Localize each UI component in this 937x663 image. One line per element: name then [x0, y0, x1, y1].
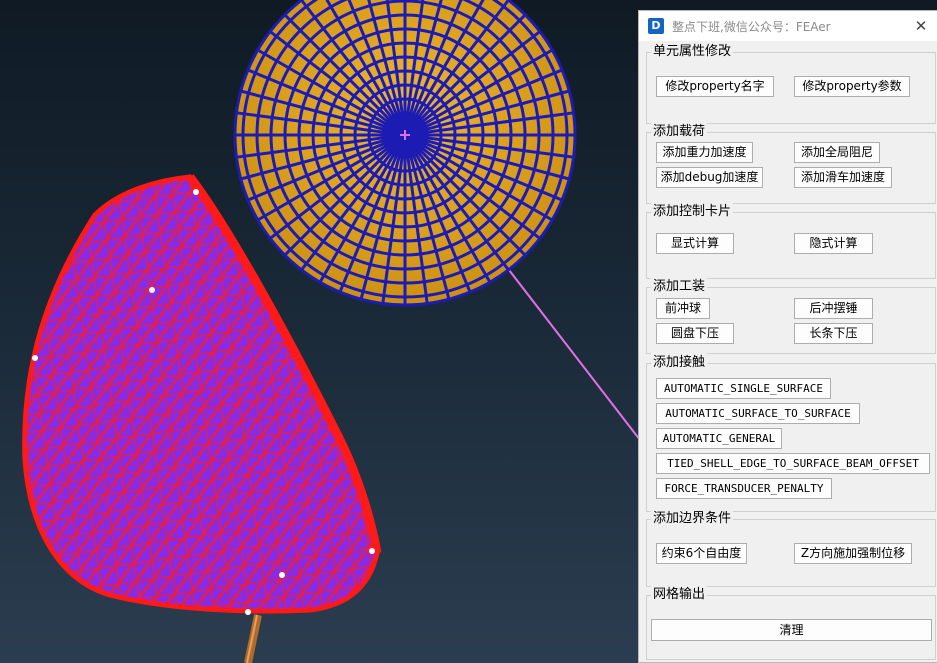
rename-property-button[interactable]: 修改property名字: [656, 76, 774, 97]
contact-auto-general-button[interactable]: AUTOMATIC_GENERAL: [656, 428, 782, 449]
group-element-property: 单元属性修改 修改property名字 修改property参数: [646, 42, 936, 124]
add-sled-accel-button[interactable]: 添加滑车加速度: [794, 167, 892, 188]
z-displacement-button[interactable]: Z方向施加强制位移: [794, 543, 912, 564]
add-global-damping-button[interactable]: 添加全局阻尼: [794, 142, 880, 163]
app-logo-icon: D: [648, 18, 664, 34]
close-icon[interactable]: ✕: [911, 16, 931, 36]
front-ball-button[interactable]: 前冲球: [656, 298, 710, 319]
contact-force-transducer-button[interactable]: FORCE_TRANSDUCER_PENALTY: [656, 478, 832, 499]
tool-panel-window: D 整点下班,微信公众号：FEAer ✕ 单元属性修改 修改property名字…: [638, 10, 937, 663]
bar-press-button[interactable]: 长条下压: [794, 323, 873, 344]
rod-beam: [244, 614, 262, 663]
group-title-control-card: 添加控制卡片: [651, 202, 734, 222]
add-gravity-button[interactable]: 添加重力加速度: [656, 142, 753, 163]
add-debug-accel-button[interactable]: 添加debug加速度: [656, 167, 763, 188]
contact-auto-surface-to-surface-button[interactable]: AUTOMATIC_SURFACE_TO_SURFACE: [656, 403, 860, 424]
edit-property-params-button[interactable]: 修改property参数: [794, 76, 910, 97]
impactor-sphere-mesh: [233, 0, 577, 307]
disc-press-button[interactable]: 圆盘下压: [656, 323, 734, 344]
window-titlebar[interactable]: D 整点下班,微信公众号：FEAer ✕: [639, 11, 937, 41]
group-title-element-property: 单元属性修改: [651, 42, 734, 62]
group-control-card: 添加控制卡片 显式计算 隐式计算: [646, 202, 936, 279]
group-title-fixture: 添加工装: [651, 277, 708, 297]
group-title-contact: 添加接触: [651, 353, 708, 373]
group-add-load: 添加载荷 添加重力加速度 添加全局阻尼 添加debug加速度 添加滑车加速度: [646, 122, 936, 204]
rear-pendulum-button[interactable]: 后冲摆锤: [794, 298, 873, 319]
group-fixture: 添加工装 前冲球 后冲摆锤 圆盘下压 长条下压: [646, 277, 936, 354]
contact-auto-single-surface-button[interactable]: AUTOMATIC_SINGLE_SURFACE: [656, 378, 831, 399]
group-title-add-load: 添加载荷: [651, 122, 708, 142]
clean-button[interactable]: 清理: [651, 619, 932, 641]
group-boundary: 添加边界条件 约束6个自由度 Z方向施加强制位移: [646, 509, 936, 587]
window-title: 整点下班,微信公众号：FEAer: [672, 19, 831, 34]
fix-six-dof-button[interactable]: 约束6个自由度: [656, 543, 747, 564]
group-title-boundary: 添加边界条件: [651, 509, 734, 529]
group-contact: 添加接触 AUTOMATIC_SINGLE_SURFACE AUTOMATIC_…: [646, 353, 936, 512]
fe-model-canvas: [22, 0, 640, 663]
group-title-mesh-output: 网格输出: [651, 585, 708, 605]
implicit-solve-button[interactable]: 隐式计算: [794, 233, 873, 254]
explicit-solve-button[interactable]: 显式计算: [656, 233, 734, 254]
contact-tied-shell-edge-button[interactable]: TIED_SHELL_EDGE_TO_SURFACE_BEAM_OFFSET: [656, 453, 930, 474]
group-mesh-output: 网格输出 清理: [646, 585, 936, 660]
